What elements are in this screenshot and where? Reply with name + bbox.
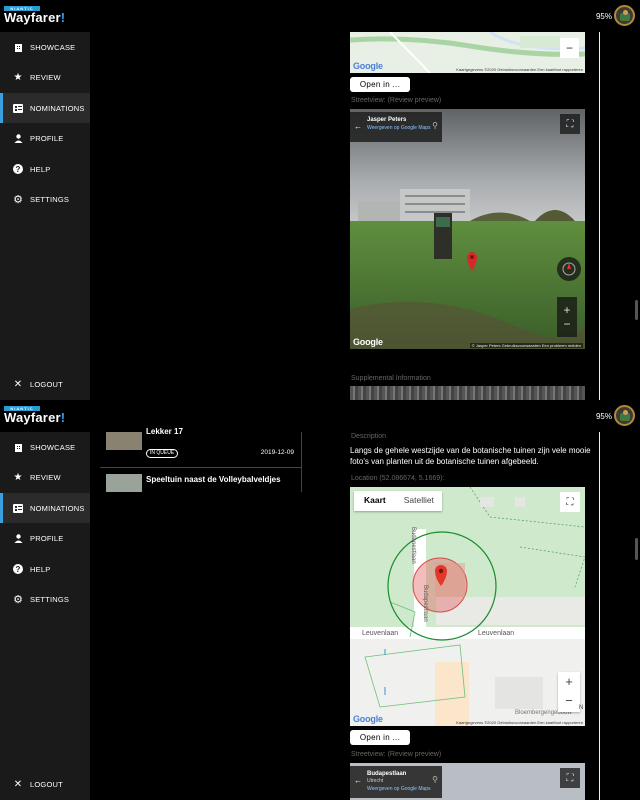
help-icon: ? [13,564,23,574]
fullscreen-icon[interactable]: ⛶ [560,114,580,134]
wayfarer-logo[interactable]: NIANTIC Wayfarer! [4,406,65,425]
battery-level: 95% [595,412,612,421]
zoom-out-button[interactable]: − [560,38,579,58]
sidebar-item-profile[interactable]: PROFILE [0,523,90,553]
battery-level: 95% [595,12,612,21]
svg-text:?: ? [16,565,21,574]
list-icon [13,503,23,513]
gear-icon: ⚙ [13,193,23,206]
nomination-thumbnail [106,474,142,492]
description-label: Description [351,433,387,440]
sidebar-item-nominations[interactable]: NOMINATIONS [0,93,90,123]
nomination-thumbnail [106,432,142,450]
wayfarer-logo[interactable]: NIANTIC Wayfarer! [4,6,65,25]
sidebar-item-review[interactable]: ★ REVIEW [0,462,90,492]
tab-satellite[interactable]: Satelliet [396,491,442,511]
streetview-info-card: ← Jasper Peters Weergeven op Google Maps… [350,112,442,142]
logout-button[interactable]: ✕ LOGOUT [0,769,90,799]
supplemental-label: Supplemental Information [351,375,431,382]
top-bar: NIANTIC Wayfarer! 95% [0,0,640,32]
zoom-in-icon[interactable]: + [563,303,570,317]
back-arrow-icon[interactable]: ← [354,122,362,131]
streetview-info-card: ← Budapestlaan Utrecht Weergeven op Goog… [350,766,442,798]
sidebar: SHOWCASE ★ REVIEW NOMINATIONS PROFILE ? … [0,32,90,400]
content-border [599,432,600,800]
scrollbar[interactable] [635,300,638,320]
map-pin-icon: ⚲ [432,775,438,784]
sidebar-item-showcase[interactable]: SHOWCASE [0,432,90,462]
building-icon [13,42,23,52]
back-arrow-icon[interactable]: ← [354,776,362,785]
streetview-label: Streetview: (Review preview) [351,97,442,104]
star-icon: ★ [13,71,23,83]
sidebar-item-help[interactable]: ? HELP [0,554,90,584]
zoom-controls[interactable]: + − [557,297,577,337]
location-map[interactable]: − Google Kaartgegevens ©2020 Gebruiksvoo… [350,32,585,73]
zoom-out-button[interactable]: − [558,692,580,712]
list-item[interactable]: Lekker 17 IN QUEUE 2019-12-09 [100,427,302,468]
gear-icon: ⚙ [13,593,23,606]
close-icon: ✕ [13,778,23,790]
content-border [599,32,600,400]
sidebar-item-profile[interactable]: PROFILE [0,123,90,153]
zoom-in-button[interactable]: + [558,672,580,692]
avatar[interactable] [614,405,635,426]
supplemental-image [350,386,585,400]
tab-map[interactable]: Kaart [354,491,396,511]
building-icon [13,442,23,452]
google-logo: Google [353,714,383,724]
avatar[interactable] [614,5,635,26]
streetview-preview[interactable]: ← Budapestlaan Utrecht Weergeven op Goog… [350,763,585,800]
sidebar-item-help[interactable]: ? HELP [0,154,90,184]
map-type-tabs: Kaart Satelliet [354,491,442,511]
open-in-button[interactable]: Open in ... [350,730,410,745]
location-map[interactable]: Kaart Satelliet ⛶ Budapestlaan Budapestl… [350,487,585,726]
top-screenshot: NIANTIC Wayfarer! 95% SHOWCASE ★ REVIEW … [0,0,640,400]
open-in-button[interactable]: Open in ... [350,77,410,92]
sidebar-item-showcase[interactable]: SHOWCASE [0,32,90,62]
help-icon: ? [13,164,23,174]
svg-text:?: ? [16,165,21,174]
app-name: Wayfarer [4,410,61,425]
location-label: Location (52.086674, 5.1669): [351,475,445,482]
status-badge: IN QUEUE [146,449,179,458]
sidebar-item-settings[interactable]: ⚙ SETTINGS [0,184,90,214]
list-item[interactable]: Speeltuin naast de Volleybalveldjes [100,468,302,492]
description-text: Langs de gehele westzijde van de botanis… [350,446,591,466]
app-name: Wayfarer [4,10,61,25]
person-icon [13,533,23,543]
close-icon: ✕ [13,378,23,390]
fullscreen-icon[interactable]: ⛶ [560,768,580,788]
bottom-screenshot: NIANTIC Wayfarer! 95% SHOWCASE ★ REVIEW … [0,400,640,800]
list-icon [13,103,23,113]
google-logo: Google [353,61,383,71]
fullscreen-icon[interactable]: ⛶ [560,492,580,512]
zoom-out-icon[interactable]: − [563,317,570,331]
map-pin-icon: ⚲ [432,121,438,130]
scrollbar[interactable] [635,538,638,560]
star-icon: ★ [13,471,23,483]
sidebar-item-review[interactable]: ★ REVIEW [0,62,90,92]
sidebar-item-nominations[interactable]: NOMINATIONS [0,493,90,523]
streetview-label: Streetview: (Review preview) [351,751,442,758]
sidebar-item-settings[interactable]: ⚙ SETTINGS [0,584,90,614]
nomination-date: 2019-12-09 [260,449,294,456]
person-icon [13,133,23,143]
top-bar: NIANTIC Wayfarer! 95% [0,400,640,432]
sidebar: SHOWCASE ★ REVIEW NOMINATIONS PROFILE ? … [0,432,90,800]
logout-button[interactable]: ✕ LOGOUT [0,369,90,399]
streetview-preview[interactable]: ← Jasper Peters Weergeven op Google Maps… [350,109,585,349]
zoom-controls: + − [558,672,580,712]
list-divider [301,432,302,492]
google-logo-streetview: Google [353,337,383,347]
compass-icon[interactable] [557,257,581,281]
